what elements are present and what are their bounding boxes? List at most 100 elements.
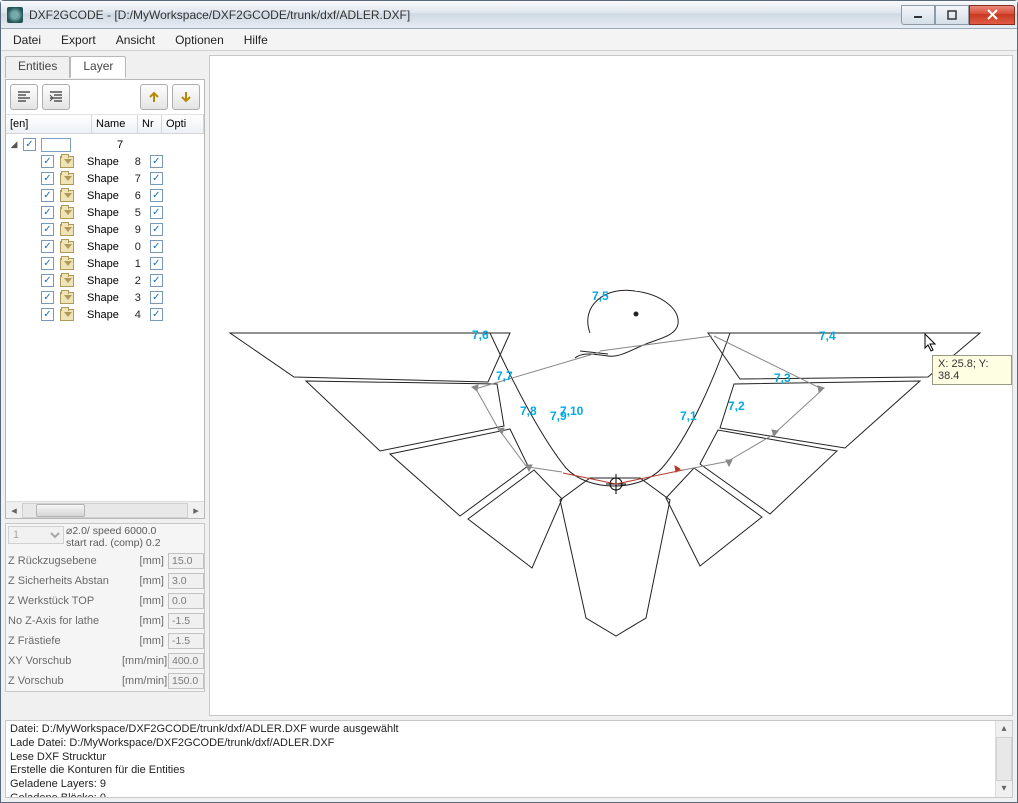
- folder-icon: [60, 292, 74, 304]
- shape-nr: 9: [127, 224, 141, 236]
- layer-tree[interactable]: ◢ 7 Shape8Shape7Shape6Shape5Shape9Shape0…: [6, 134, 204, 501]
- shape-index-label: 7,10: [560, 404, 584, 418]
- opt-checkbox[interactable]: [150, 172, 163, 185]
- move-down-button[interactable]: [172, 84, 200, 110]
- opt-checkbox[interactable]: [150, 155, 163, 168]
- tree-shape-row[interactable]: Shape5: [8, 204, 202, 221]
- param-unit: [mm]: [122, 575, 168, 587]
- window-title: DXF2GCODE - [D:/MyWorkspace/DXF2GCODE/tr…: [29, 8, 410, 22]
- drawing-canvas[interactable]: 7,57,67,47,77,37,87,97,107,27,1 X: 25.8;…: [209, 55, 1013, 716]
- tree-header: [en] Name Nr Opti: [6, 115, 204, 134]
- checkbox[interactable]: [41, 308, 54, 321]
- tree-hscrollbar[interactable]: ◂ ▸: [6, 501, 204, 518]
- param-summary-1: ⌀2.0/ speed 6000.0: [66, 526, 161, 538]
- param-value[interactable]: 150.0: [168, 673, 204, 689]
- menu-optionen[interactable]: Optionen: [167, 31, 232, 49]
- minimize-button[interactable]: [901, 5, 935, 25]
- log-panel[interactable]: Datei: D:/MyWorkspace/DXF2GCODE/trunk/dx…: [5, 720, 1013, 798]
- col-opt[interactable]: Opti: [162, 115, 204, 133]
- col-nr[interactable]: Nr: [138, 115, 162, 133]
- opt-checkbox[interactable]: [150, 257, 163, 270]
- folder-icon: [60, 156, 74, 168]
- align-indent-button[interactable]: [42, 84, 70, 110]
- opt-checkbox[interactable]: [150, 308, 163, 321]
- log-line: Lese DXF Strucktur: [10, 751, 1008, 765]
- checkbox[interactable]: [41, 189, 54, 202]
- col-en[interactable]: [en]: [6, 115, 92, 133]
- tree-shape-row[interactable]: Shape 9: [8, 221, 202, 238]
- shape-index-label: 7,2: [728, 399, 745, 413]
- opt-checkbox[interactable]: [150, 189, 163, 202]
- move-up-button[interactable]: [140, 84, 168, 110]
- tree-shape-row[interactable]: Shape 0: [8, 238, 202, 255]
- log-line: Geladene Layers: 9: [10, 778, 1008, 792]
- checkbox[interactable]: [41, 172, 54, 185]
- shape-nr: 0: [127, 241, 141, 253]
- shape-name: Shape: [87, 309, 119, 321]
- checkbox[interactable]: [41, 223, 54, 236]
- params-panel: 1 ⌀2.0/ speed 6000.0 start rad. (comp) 0…: [5, 523, 205, 692]
- shape-name: Shape: [87, 292, 119, 304]
- app-icon: [7, 7, 23, 23]
- opt-checkbox[interactable]: [150, 240, 163, 253]
- close-button[interactable]: [969, 5, 1015, 25]
- shape-name: Shape: [87, 241, 119, 253]
- param-unit: [mm]: [122, 615, 168, 627]
- param-row: Z Frästiefe[mm]-1.5: [6, 631, 204, 651]
- tree-shape-row[interactable]: Shape 7: [8, 170, 202, 187]
- shape-index-label: 7,8: [520, 404, 537, 418]
- param-label: Z Werkstück TOP: [8, 595, 122, 607]
- menu-datei[interactable]: Datei: [5, 31, 49, 49]
- shape-name: Shape: [87, 173, 119, 185]
- checkbox[interactable]: [41, 206, 54, 219]
- shape-nr: 8: [127, 156, 141, 168]
- expand-toggle[interactable]: ◢: [8, 139, 20, 150]
- opt-checkbox[interactable]: [150, 274, 163, 287]
- checkbox[interactable]: [41, 155, 54, 168]
- menu-ansicht[interactable]: Ansicht: [108, 31, 163, 49]
- log-vscrollbar[interactable]: ▴▾: [995, 721, 1012, 797]
- param-label: XY Vorschub: [8, 655, 122, 667]
- align-left-button[interactable]: [10, 84, 38, 110]
- tab-entities[interactable]: Entities: [5, 56, 70, 78]
- checkbox[interactable]: [23, 138, 36, 151]
- tree-shape-row[interactable]: Shape1: [8, 255, 202, 272]
- tool-select[interactable]: 1: [8, 526, 64, 544]
- param-value[interactable]: -1.5: [168, 633, 204, 649]
- checkbox[interactable]: [41, 274, 54, 287]
- col-name[interactable]: Name: [92, 115, 138, 133]
- param-value[interactable]: 15.0: [168, 553, 204, 569]
- opt-checkbox[interactable]: [150, 223, 163, 236]
- shape-name: Shape: [87, 224, 119, 236]
- tree-shape-row[interactable]: Shape3: [8, 289, 202, 306]
- param-value[interactable]: 3.0: [168, 573, 204, 589]
- tree-shape-row[interactable]: Shape6: [8, 187, 202, 204]
- menu-hilfe[interactable]: Hilfe: [236, 31, 276, 49]
- maximize-button[interactable]: [935, 5, 969, 25]
- opt-checkbox[interactable]: [150, 291, 163, 304]
- param-value[interactable]: 400.0: [168, 653, 204, 669]
- folder-icon: [60, 241, 74, 253]
- checkbox[interactable]: [41, 240, 54, 253]
- tree-shape-row[interactable]: Shape2: [8, 272, 202, 289]
- menu-export[interactable]: Export: [53, 31, 104, 49]
- checkbox[interactable]: [41, 291, 54, 304]
- shape-name: Shape: [87, 258, 119, 270]
- tree-shape-row[interactable]: Shape4: [8, 306, 202, 323]
- param-value[interactable]: -1.5: [168, 613, 204, 629]
- param-row: Z Sicherheits Abstan[mm]3.0: [6, 571, 204, 591]
- param-row: Z Vorschub[mm/min]150.0: [6, 671, 204, 691]
- folder-icon: [60, 190, 74, 202]
- tree-root-row[interactable]: ◢ 7: [8, 136, 202, 153]
- tab-layer[interactable]: Layer: [70, 56, 126, 78]
- shape-nr: 7: [127, 173, 141, 185]
- param-label: Z Vorschub: [8, 675, 122, 687]
- param-unit: [mm/min]: [122, 675, 168, 687]
- opt-checkbox[interactable]: [150, 206, 163, 219]
- inline-edit-field[interactable]: [41, 138, 71, 152]
- shape-index-label: 7,3: [774, 371, 791, 385]
- checkbox[interactable]: [41, 257, 54, 270]
- shape-name: Shape: [87, 190, 119, 202]
- tree-shape-row[interactable]: Shape8: [8, 153, 202, 170]
- param-value[interactable]: 0.0: [168, 593, 204, 609]
